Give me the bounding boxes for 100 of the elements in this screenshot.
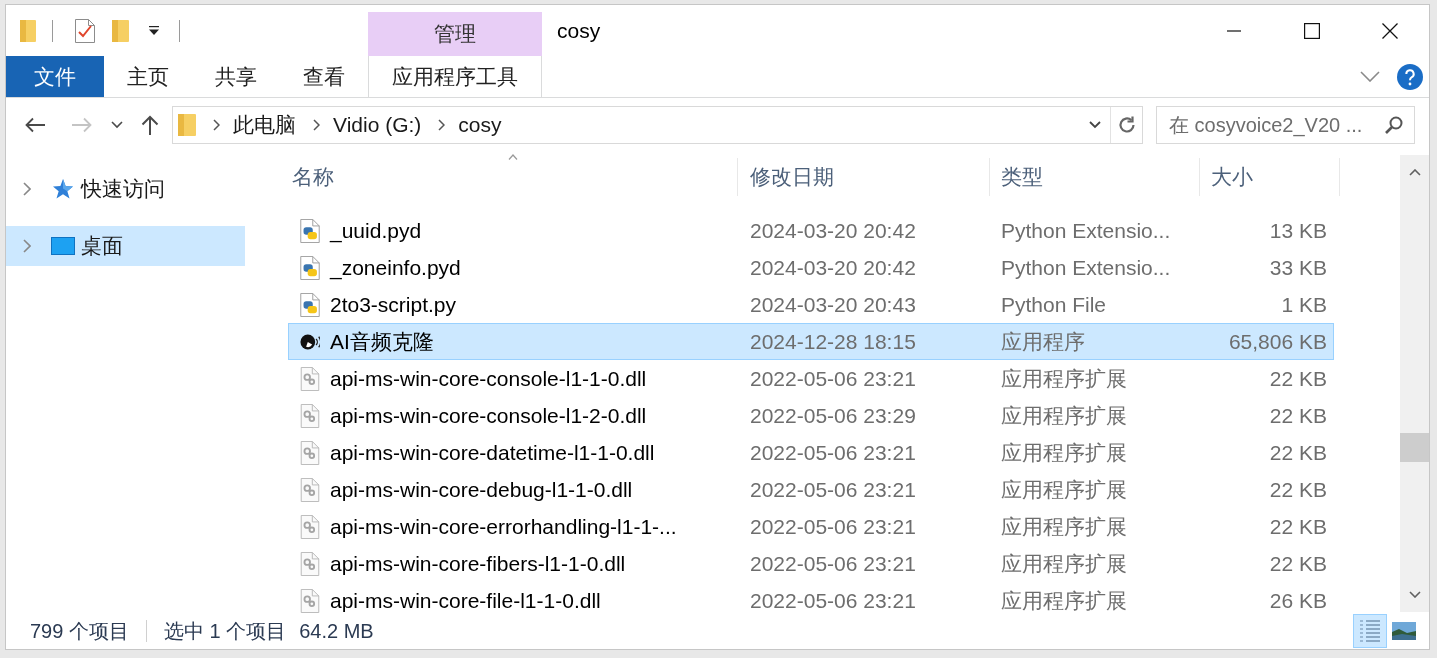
nav-item[interactable]: 快速访问 (6, 169, 245, 209)
file-size: 22 KB (1268, 366, 1328, 391)
ribbon-tab[interactable]: 文件 (6, 56, 104, 97)
file-name: api-ms-win-core-fibers-l1-1-0.dll (330, 551, 626, 576)
modified-date: 2022-05-06 23:21 (749, 588, 917, 613)
file-type: 应用程序扩展 (1000, 587, 1128, 614)
window-title: cosy (557, 18, 601, 43)
up-arrow-icon[interactable] (141, 115, 159, 135)
scroll-down-icon[interactable] (1408, 591, 1421, 598)
python-file-icon (300, 218, 320, 243)
file-type: 应用程序扩展 (1000, 476, 1128, 503)
gear-file-icon (300, 588, 320, 613)
file-type: 应用程序扩展 (1000, 513, 1128, 540)
file-row[interactable]: api-ms-win-core-file-l1-1-0.dll 2022-05-06 23:21 应用程序扩展 26 KB (288, 582, 1334, 614)
monitor-icon (51, 236, 75, 256)
file-name: api-ms-win-core-console-l1-2-0.dll (330, 403, 647, 428)
file-row[interactable]: AI音频克隆 2024-12-28 18:15 应用程序 65,806 KB (288, 323, 1334, 360)
scrollbar-track[interactable] (1400, 155, 1429, 612)
file-name: AI音频克隆 (330, 328, 434, 355)
python-file-icon (300, 292, 320, 317)
ribbon-tab[interactable]: 主页 (104, 56, 192, 97)
chevron-right-icon[interactable] (313, 119, 320, 131)
checked-document-icon[interactable] (75, 18, 95, 43)
file-row[interactable]: _zoneinfo.pyd 2024-03-20 20:42 Python Extensio... 33 KB (288, 249, 1334, 286)
file-size: 33 KB (1268, 255, 1328, 280)
gear-file-icon (300, 551, 320, 576)
details-list-icon (1359, 619, 1381, 643)
file-type: 应用程序扩展 (1000, 550, 1128, 577)
nav-item[interactable]: 桌面 (6, 226, 245, 266)
chevron-down-icon[interactable] (1089, 121, 1101, 129)
modified-date: 2022-05-06 23:29 (749, 403, 917, 428)
expand-chevron-icon[interactable] (23, 239, 31, 253)
column-header[interactable]: 类型 (990, 158, 1200, 196)
expand-chevron-icon[interactable] (23, 182, 31, 196)
selection-count: 选中 1 个项目 (163, 618, 287, 644)
gear-file-icon (300, 366, 320, 391)
file-row[interactable]: api-ms-win-core-fibers-l1-1-0.dll 2022-05-06 23:21 应用程序扩展 22 KB (288, 545, 1334, 582)
breadcrumb-item[interactable]: cosy (458, 113, 502, 137)
file-row[interactable]: api-ms-win-core-console-l1-2-0.dll 2022-05-06 23:29 应用程序扩展 22 KB (288, 397, 1334, 434)
maximize-icon[interactable] (1304, 22, 1320, 39)
chevron-right-icon[interactable] (213, 119, 220, 131)
close-icon[interactable] (1382, 22, 1398, 39)
file-name: api-ms-win-core-debug-l1-1-0.dll (330, 477, 633, 502)
back-arrow-icon[interactable] (25, 117, 45, 133)
gear-file-icon (300, 514, 320, 539)
minimize-icon[interactable] (1227, 29, 1241, 32)
column-header[interactable]: 修改日期 (738, 158, 990, 196)
scrollbar-thumb[interactable] (1400, 433, 1429, 462)
file-size: 13 KB (1268, 218, 1328, 243)
caret-icon[interactable] (149, 26, 159, 35)
gear-file-icon (300, 477, 320, 502)
modified-date: 2024-12-28 18:15 (749, 329, 917, 354)
selection-size: 64.2 MB (299, 619, 374, 643)
scroll-up-icon[interactable] (1408, 169, 1421, 176)
star-icon (51, 179, 75, 199)
modified-date: 2024-03-20 20:42 (749, 218, 917, 243)
ribbon-tab[interactable]: 查看 (280, 56, 368, 97)
file-row[interactable]: api-ms-win-core-console-l1-1-0.dll 2022-05-06 23:21 应用程序扩展 22 KB (288, 360, 1334, 397)
item-count: 799 个项目 (30, 618, 129, 644)
modified-date: 2022-05-06 23:21 (749, 440, 917, 465)
modified-date: 2024-03-20 20:43 (749, 292, 917, 317)
folder-icon (178, 114, 196, 136)
file-name: _zoneinfo.pyd (330, 255, 461, 280)
file-type: Python File (1000, 292, 1108, 317)
file-size: 22 KB (1268, 514, 1328, 539)
search-field[interactable]: 在 cosyvoice2_V20 ... (1156, 106, 1415, 144)
gear-file-icon (300, 440, 320, 465)
modified-date: 2022-05-06 23:21 (749, 551, 917, 576)
file-type: 应用程序 (1000, 328, 1086, 355)
file-row[interactable]: 2to3-script.py 2024-03-20 20:43 Python File 1 KB (288, 286, 1334, 323)
refresh-icon[interactable] (1118, 116, 1136, 134)
file-type: 应用程序扩展 (1000, 439, 1128, 466)
ribbon-tab[interactable]: 共享 (192, 56, 280, 97)
file-type: 应用程序扩展 (1000, 365, 1128, 392)
file-name: api-ms-win-core-errorhandling-l1-1-... (330, 514, 677, 539)
file-row[interactable]: api-ms-win-core-debug-l1-1-0.dll 2022-05-06 23:21 应用程序扩展 22 KB (288, 471, 1334, 508)
file-row[interactable]: _uuid.pyd 2024-03-20 20:42 Python Extensio... 13 KB (288, 212, 1334, 249)
file-name: api-ms-win-core-datetime-l1-1-0.dll (330, 440, 655, 465)
breadcrumb-item[interactable]: 此电脑 (233, 111, 296, 139)
chevron-right-icon[interactable] (438, 119, 446, 131)
python-file-icon (300, 255, 320, 280)
modified-date: 2024-03-20 20:42 (749, 255, 917, 280)
file-row[interactable]: api-ms-win-core-datetime-l1-1-0.dll 2022-05-06 23:21 应用程序扩展 22 KB (288, 434, 1334, 471)
file-size: 22 KB (1268, 403, 1328, 428)
file-type: Python Extensio... (1000, 255, 1172, 280)
file-name: api-ms-win-core-file-l1-1-0.dll (330, 588, 601, 613)
chevron-down-icon[interactable] (111, 121, 123, 129)
column-header[interactable]: 大小 (1200, 158, 1340, 196)
file-name: _uuid.pyd (330, 218, 422, 243)
help-icon[interactable] (1397, 63, 1423, 90)
breadcrumb-item[interactable]: Vidio (G:) (333, 113, 422, 137)
ribbon-tab[interactable]: 应用程序工具 (368, 56, 542, 97)
file-row[interactable]: api-ms-win-core-errorhandling-l1-1-... 2022-05-06 23:21 应用程序扩展 22 KB (288, 508, 1334, 545)
modified-date: 2022-05-06 23:21 (749, 477, 917, 502)
search-icon[interactable] (1385, 116, 1403, 134)
column-header[interactable]: 名称 (288, 158, 738, 196)
address-bar[interactable]: 此电脑 Vidio (G:) cosy (172, 106, 1143, 144)
large-icons-view-button[interactable] (1390, 619, 1418, 643)
landscape-picture-icon (1392, 622, 1416, 640)
modified-date: 2022-05-06 23:21 (749, 514, 917, 539)
